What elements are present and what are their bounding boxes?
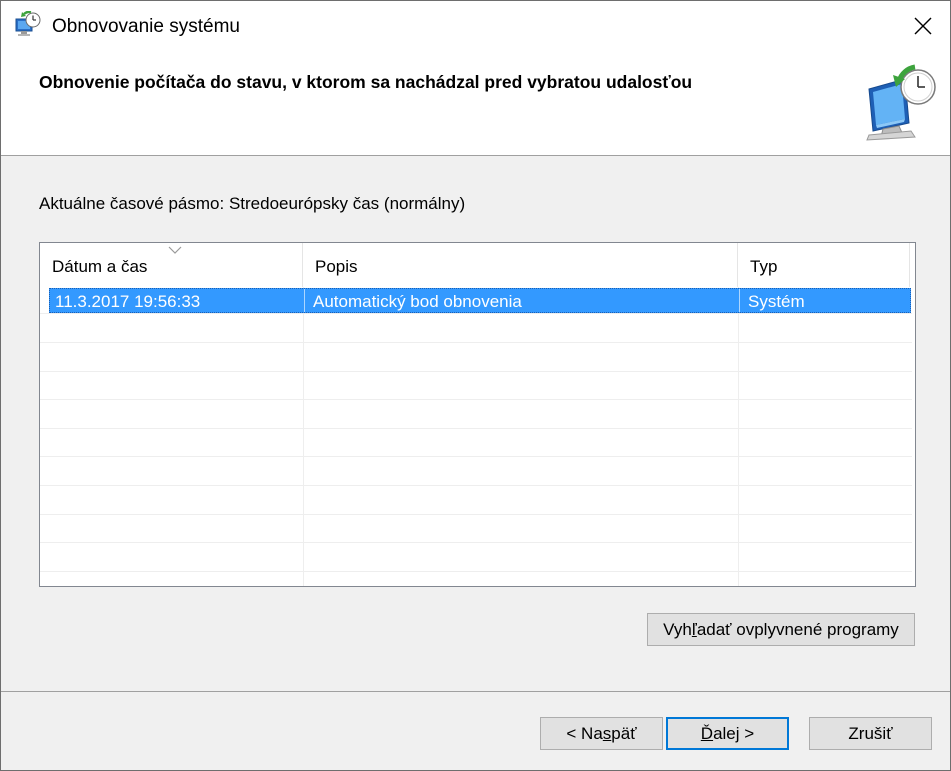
column-header-date[interactable]: Dátum a čas xyxy=(40,243,303,287)
row-separator xyxy=(304,289,305,312)
wizard-header: Obnovenie počítača do stavu, v ktorom sa… xyxy=(1,53,950,156)
close-icon xyxy=(914,17,932,35)
scan-label-post: adať ovplyvnené programy xyxy=(696,620,899,639)
next-button[interactable]: Ďalej > xyxy=(666,717,789,750)
grid-line xyxy=(40,542,912,543)
grid-line xyxy=(40,428,912,429)
restore-points-list[interactable]: Dátum a čas Popis Typ 11.3.2017 19:56:33… xyxy=(39,242,916,587)
column-header-type[interactable]: Typ xyxy=(738,243,910,287)
grid-line xyxy=(40,514,912,515)
sort-arrow-icon xyxy=(168,246,182,254)
title-bar: Obnovovanie systému xyxy=(1,1,950,53)
column-header-description[interactable]: Popis xyxy=(303,243,738,287)
next-label-mnemonic: Ď xyxy=(700,724,714,743)
footer-divider xyxy=(1,691,950,692)
back-label-post: päť xyxy=(611,724,637,743)
system-restore-dialog: Obnovovanie systému Obnovenie počítača d… xyxy=(0,0,951,771)
grid-line xyxy=(738,287,739,586)
grid-line xyxy=(40,571,912,572)
row-description: Automatický bod obnovenia xyxy=(313,292,522,311)
scan-affected-programs-button[interactable]: Vyhľadať ovplyvnené programy xyxy=(647,613,915,646)
window-title: Obnovovanie systému xyxy=(52,16,240,37)
row-date: 11.3.2017 19:56:33 xyxy=(55,292,201,311)
grid-line xyxy=(40,485,912,486)
timezone-label: Aktuálne časové pásmo: Stredoeurópsky ča… xyxy=(39,194,466,213)
grid-line xyxy=(303,287,304,586)
close-button[interactable] xyxy=(903,7,943,45)
column-header-description-label: Popis xyxy=(315,257,358,276)
page-title: Obnovenie počítača do stavu, v ktorom sa… xyxy=(39,72,693,92)
back-button[interactable]: < Naspäť xyxy=(540,717,663,750)
restore-computer-icon xyxy=(863,61,939,141)
system-restore-icon xyxy=(15,10,43,39)
table-row[interactable]: 11.3.2017 19:56:33 Automatický bod obnov… xyxy=(49,288,911,313)
cancel-button[interactable]: Zrušiť xyxy=(809,717,932,750)
grid-line xyxy=(40,342,912,343)
row-type: Systém xyxy=(748,292,805,311)
grid-line xyxy=(40,399,912,400)
grid-line xyxy=(40,456,912,457)
cancel-label: Zrušiť xyxy=(848,724,893,743)
grid-line xyxy=(40,371,912,372)
row-separator xyxy=(739,289,740,312)
next-label-post: alej > xyxy=(713,724,755,743)
scan-label-pre: Vyh xyxy=(663,620,692,639)
column-header-type-label: Typ xyxy=(750,257,778,276)
back-label-pre: < Na xyxy=(566,724,603,743)
column-header-date-label: Dátum a čas xyxy=(52,257,148,276)
